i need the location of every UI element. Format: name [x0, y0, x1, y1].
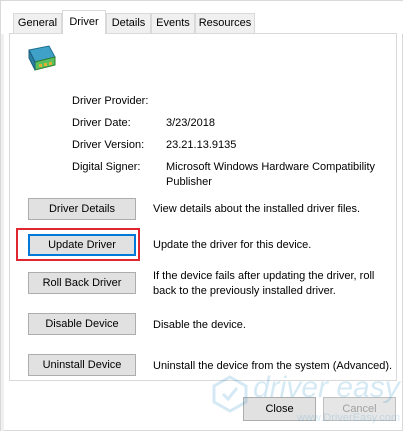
- driver-version-value: 23.21.13.9135: [166, 139, 237, 151]
- tab-general[interactable]: General: [13, 13, 62, 33]
- uninstall-device-button[interactable]: Uninstall Device: [28, 354, 136, 376]
- tab-details[interactable]: Details: [106, 13, 151, 33]
- digital-signer-label: Digital Signer:: [72, 161, 141, 173]
- tab-driver[interactable]: Driver: [62, 10, 106, 34]
- cancel-button[interactable]: Cancel: [323, 397, 396, 421]
- uninstall-device-desc: Uninstall the device from the system (Ad…: [153, 360, 393, 372]
- driver-details-desc: View details about the installed driver …: [153, 203, 361, 215]
- properties-dialog: General Driver Details Events Resources …: [0, 0, 403, 431]
- update-driver-desc: Update the driver for this device.: [153, 239, 312, 251]
- driver-version-label: Driver Version:: [72, 139, 145, 151]
- tab-events[interactable]: Events: [151, 13, 195, 33]
- window-edge: [1, 1, 4, 431]
- digital-signer-value: Microsoft Windows Hardware Compatibility…: [166, 161, 376, 188]
- driver-date-value: 3/23/2018: [166, 117, 215, 129]
- driver-date-label: Driver Date:: [72, 117, 131, 129]
- disable-device-desc: Disable the device.: [153, 319, 246, 331]
- tab-strip: General Driver Details Events Resources: [1, 1, 403, 34]
- tab-resources[interactable]: Resources: [195, 13, 255, 33]
- driver-provider-label: Driver Provider:: [72, 95, 149, 107]
- roll-back-driver-button[interactable]: Roll Back Driver: [28, 272, 136, 294]
- disable-device-button[interactable]: Disable Device: [28, 313, 136, 335]
- update-driver-button[interactable]: Update Driver: [28, 234, 136, 256]
- close-button[interactable]: Close: [243, 397, 316, 421]
- driver-details-button[interactable]: Driver Details: [28, 198, 136, 220]
- roll-back-driver-desc: If the device fails after updating the d…: [153, 270, 375, 297]
- display-adapter-icon: [28, 45, 56, 71]
